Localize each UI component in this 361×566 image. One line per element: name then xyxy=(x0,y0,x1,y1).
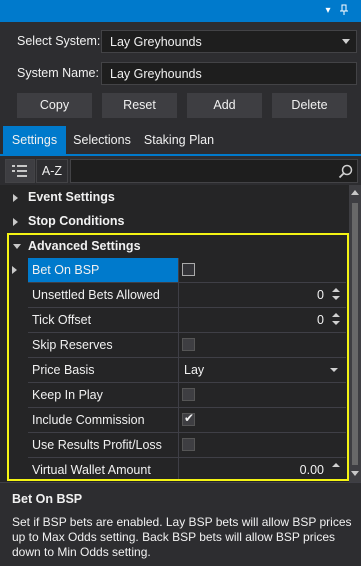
property-name: Virtual Wallet Amount xyxy=(32,463,151,477)
property-name: Unsettled Bets Allowed xyxy=(32,288,160,302)
category-event-settings[interactable]: Event Settings xyxy=(0,185,349,209)
add-button[interactable]: Add xyxy=(187,93,262,118)
numeric-value: 0 xyxy=(317,313,324,327)
vertical-scrollbar[interactable] xyxy=(349,185,361,482)
pin-icon[interactable] xyxy=(337,4,351,18)
description-panel: Bet On BSP Set if BSP bets are enabled. … xyxy=(0,482,361,566)
numeric-value: 0.00 xyxy=(299,463,324,477)
property-row-tick-offset[interactable]: Tick Offset 0 xyxy=(28,308,346,333)
dropdown-menu-icon[interactable]: ▾ xyxy=(321,4,335,18)
select-system-label: Select System: xyxy=(17,34,101,48)
checkmark-icon: ✔ xyxy=(184,411,195,425)
unsettled-bets-allowed-stepper[interactable]: 0 xyxy=(178,283,346,307)
property-row-price-basis[interactable]: Price Basis Lay xyxy=(28,358,346,383)
system-name-value: Lay Greyhounds xyxy=(110,67,202,81)
categorized-view-button[interactable] xyxy=(5,159,35,183)
use-results-profit-loss-checkbox[interactable] xyxy=(182,438,195,451)
property-value xyxy=(178,433,346,457)
description-text: Set if BSP bets are enabled. Lay BSP bet… xyxy=(12,515,352,559)
property-search-input[interactable] xyxy=(70,159,358,183)
keep-in-play-checkbox[interactable] xyxy=(182,388,195,401)
property-name: Include Commission xyxy=(32,413,145,427)
search-icon xyxy=(338,164,353,179)
category-stop-conditions[interactable]: Stop Conditions xyxy=(0,209,349,233)
select-system-combobox[interactable]: Lay Greyhounds xyxy=(101,30,357,53)
property-row-include-commission[interactable]: Include Commission ✔ xyxy=(28,408,346,433)
tab-staking-plan[interactable]: Staking Plan xyxy=(138,126,220,154)
category-advanced-settings[interactable]: Advanced Settings xyxy=(0,234,349,258)
tab-strip: Settings Selections Staking Plan xyxy=(0,126,361,154)
include-commission-checkbox[interactable]: ✔ xyxy=(182,411,195,426)
property-toolbar: A-Z xyxy=(0,158,361,184)
numeric-value: 0 xyxy=(317,288,324,302)
select-system-value: Lay Greyhounds xyxy=(110,35,202,49)
property-value xyxy=(178,333,346,357)
property-row-unsettled-bets-allowed[interactable]: Unsettled Bets Allowed 0 xyxy=(28,283,346,308)
scroll-up-icon[interactable] xyxy=(351,190,359,195)
chevron-down-icon xyxy=(342,39,350,44)
chevron-right-icon xyxy=(13,218,18,226)
property-row-use-results-profit-loss[interactable]: Use Results Profit/Loss xyxy=(28,433,346,458)
system-name-label: System Name: xyxy=(17,66,99,80)
tab-underline xyxy=(0,154,361,156)
spinner-icon[interactable] xyxy=(332,461,340,479)
category-label: Stop Conditions xyxy=(28,214,125,228)
tab-settings[interactable]: Settings xyxy=(3,126,66,154)
property-row-virtual-wallet-amount[interactable]: Virtual Wallet Amount 0.00 xyxy=(28,458,346,479)
property-name: Skip Reserves xyxy=(32,338,113,352)
selected-row-indicator-icon xyxy=(12,266,17,274)
property-value xyxy=(178,258,346,282)
property-name: Keep In Play xyxy=(32,388,103,402)
spinner-icon[interactable] xyxy=(332,311,340,329)
property-name: Bet On BSP xyxy=(32,263,100,277)
category-label: Advanced Settings xyxy=(28,239,141,253)
spinner-icon[interactable] xyxy=(332,286,340,304)
virtual-wallet-amount-stepper[interactable]: 0.00 xyxy=(178,458,346,479)
select-value: Lay xyxy=(184,363,205,377)
chevron-down-icon xyxy=(13,244,21,249)
property-name: Use Results Profit/Loss xyxy=(32,438,162,452)
chevron-down-icon xyxy=(330,368,338,372)
description-title: Bet On BSP xyxy=(12,492,83,506)
tick-offset-stepper[interactable]: 0 xyxy=(178,308,346,332)
property-value: ✔ xyxy=(178,408,346,432)
property-name: Price Basis xyxy=(32,363,95,377)
price-basis-select[interactable]: Lay xyxy=(178,358,346,382)
tab-selections[interactable]: Selections xyxy=(66,126,138,154)
property-row-keep-in-play[interactable]: Keep In Play xyxy=(28,383,346,408)
property-value xyxy=(178,383,346,407)
reset-button[interactable]: Reset xyxy=(102,93,177,118)
title-bar: ▾ xyxy=(0,0,361,22)
category-label: Event Settings xyxy=(28,190,115,204)
scroll-thumb[interactable] xyxy=(352,203,358,465)
system-name-field[interactable]: Lay Greyhounds xyxy=(101,62,357,85)
copy-button[interactable]: Copy xyxy=(17,93,92,118)
scroll-down-icon[interactable] xyxy=(351,471,359,476)
categorized-list-icon xyxy=(12,165,27,177)
bet-on-bsp-checkbox[interactable] xyxy=(182,263,195,276)
property-name: Tick Offset xyxy=(32,313,92,327)
chevron-right-icon xyxy=(13,194,18,202)
sort-az-button[interactable]: A-Z xyxy=(36,159,68,183)
property-row-skip-reserves[interactable]: Skip Reserves xyxy=(28,333,346,358)
skip-reserves-checkbox[interactable] xyxy=(182,338,195,351)
delete-button[interactable]: Delete xyxy=(272,93,347,118)
property-row-bet-on-bsp[interactable]: Bet On BSP xyxy=(28,258,346,283)
